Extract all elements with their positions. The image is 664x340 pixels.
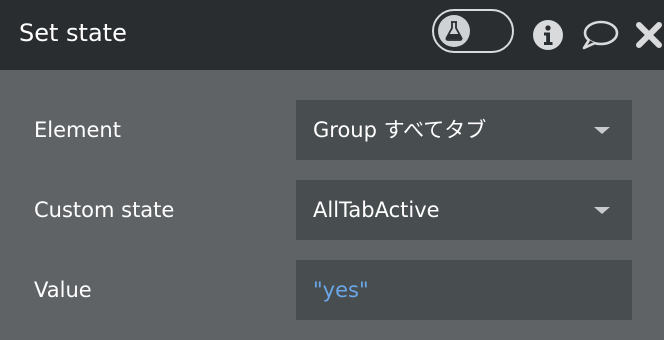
value-expression: "yes"	[313, 278, 369, 302]
custom-state-label: Custom state	[34, 198, 175, 222]
value-input[interactable]: "yes"	[296, 260, 632, 320]
close-icon[interactable]	[633, 20, 664, 50]
flask-icon	[445, 21, 463, 41]
element-label: Element	[34, 118, 121, 142]
element-dropdown[interactable]: Group すべてタブ	[296, 100, 632, 160]
custom-state-value: AllTabActive	[313, 198, 440, 222]
panel-header: Set state	[0, 0, 664, 70]
comment-icon[interactable]	[580, 18, 620, 52]
toggle-knob	[438, 15, 470, 47]
value-label: Value	[34, 278, 92, 302]
chevron-down-icon	[594, 207, 610, 214]
info-icon[interactable]	[531, 18, 565, 52]
debug-toggle[interactable]	[432, 9, 514, 53]
chevron-down-icon	[594, 127, 610, 134]
custom-state-dropdown[interactable]: AllTabActive	[296, 180, 632, 240]
panel-title: Set state	[19, 19, 127, 47]
element-value: Group すべてタブ	[313, 118, 487, 142]
